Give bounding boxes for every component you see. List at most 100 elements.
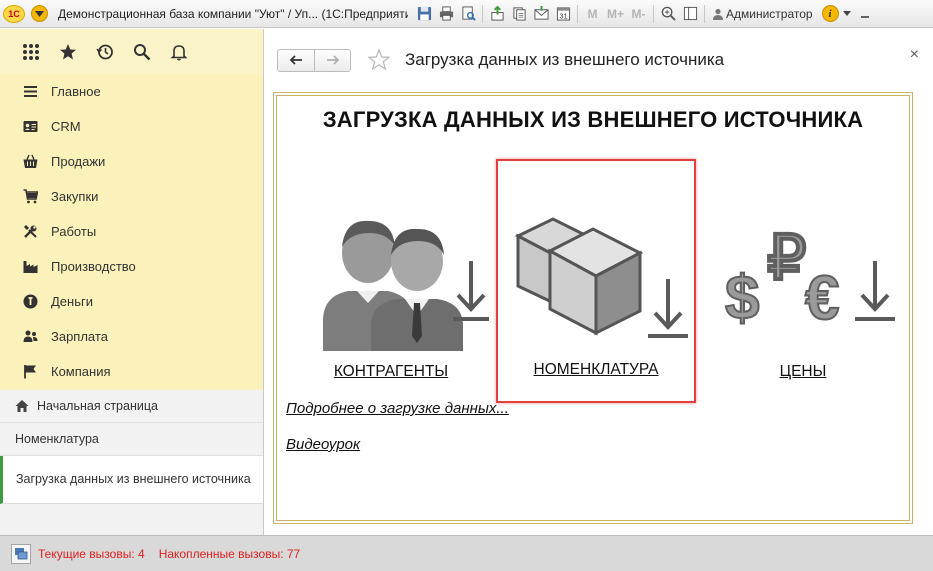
- calendar-icon[interactable]: 31: [552, 4, 574, 24]
- open-windows-list: Начальная страница Номенклатура Загрузка…: [0, 390, 263, 535]
- section-main[interactable]: Главное: [0, 74, 263, 109]
- favorites-star-icon[interactable]: [49, 37, 86, 67]
- section-label: Закупки: [51, 189, 99, 204]
- print-icon[interactable]: [435, 4, 457, 24]
- products-boxes-icon: [514, 217, 688, 338]
- flag-icon: [22, 364, 38, 380]
- window-title-bar: 1С Демонстрационная база компании "Уют" …: [0, 0, 933, 28]
- performance-monitor-button[interactable]: [11, 543, 31, 564]
- section-label: Зарплата: [51, 329, 108, 344]
- import-heading: ЗАГРУЗКА ДАННЫХ ИЗ ВНЕШНЕГО ИСТОЧНИКА: [322, 107, 864, 132]
- arrow-right-icon: [326, 55, 339, 65]
- form-navigation-bar: Загрузка данных из внешнего источника ×: [265, 29, 933, 91]
- current-user[interactable]: Администратор: [712, 7, 813, 21]
- open-window-label: Начальная страница: [37, 399, 158, 413]
- section-label: Компания: [51, 364, 111, 379]
- form-area: Загрузка данных из внешнего источника × …: [265, 29, 933, 535]
- section-production[interactable]: Производство: [0, 249, 263, 284]
- open-window-home[interactable]: Начальная страница: [0, 390, 263, 423]
- prices-currency-icon: $ ₽ €: [724, 223, 895, 334]
- open-window-label: Номенклатура: [15, 432, 99, 446]
- history-navigation: [277, 48, 351, 72]
- coin-icon: [22, 294, 38, 310]
- panel-icon[interactable]: [679, 4, 701, 24]
- status-bar: Текущие вызовы: 4 Накопленные вызовы: 77: [0, 535, 933, 571]
- back-button[interactable]: [278, 49, 314, 71]
- user-icon: [713, 8, 723, 20]
- tile-counterparties[interactable]: КОНТРАГЕНТЫ: [293, 181, 489, 411]
- section-label: CRM: [51, 119, 81, 134]
- section-label: Деньги: [51, 294, 93, 309]
- menu-lines-icon: [22, 84, 38, 100]
- forward-button[interactable]: [314, 49, 350, 71]
- section-label: Продажи: [51, 154, 106, 169]
- attach-icon[interactable]: [486, 4, 508, 24]
- import-frame: ЗАГРУЗКА ДАННЫХ ИЗ ВНЕШНЕГО ИСТОЧНИКА КО…: [273, 92, 913, 524]
- chevron-down-icon[interactable]: [841, 11, 853, 16]
- sections-list: Главное CRM Продажи Закупки Работы Произ…: [0, 74, 263, 389]
- section-company[interactable]: Компания: [0, 354, 263, 389]
- info-icon[interactable]: i: [821, 5, 839, 22]
- sections-panel: Главное CRM Продажи Закупки Работы Произ…: [0, 29, 264, 535]
- app-logo-icon: 1С: [3, 4, 25, 23]
- tile-counterparties-label[interactable]: КОНТРАГЕНТЫ: [293, 363, 489, 381]
- mail-icon[interactable]: [530, 4, 552, 24]
- accumulated-calls: Накопленные вызовы: 77: [158, 546, 301, 561]
- basket-icon: [22, 154, 38, 170]
- section-label: Главное: [51, 84, 101, 99]
- video-tutorial-link[interactable]: Видеоурок: [286, 436, 360, 453]
- chevron-down-icon: [35, 10, 44, 17]
- tile-nomenclature-label[interactable]: НОМЕНКЛАТУРА: [498, 361, 694, 379]
- close-button[interactable]: ×: [910, 46, 919, 64]
- bell-icon[interactable]: [160, 37, 197, 67]
- tile-prices-label[interactable]: ЦЕНЫ: [705, 363, 901, 381]
- copy-icon[interactable]: [508, 4, 530, 24]
- section-crm[interactable]: CRM: [0, 109, 263, 144]
- factory-icon: [22, 259, 38, 275]
- memory-button[interactable]: M: [581, 7, 604, 21]
- monitor-icon: [15, 547, 28, 559]
- section-money[interactable]: Деньги: [0, 284, 263, 319]
- section-salary[interactable]: Зарплата: [0, 319, 263, 354]
- quick-toolbar: [0, 29, 263, 74]
- toolbar-divider: [653, 4, 654, 23]
- toolbar-divider: [704, 4, 705, 23]
- tile-prices[interactable]: $ ₽ € ЦЕНЫ: [705, 181, 901, 411]
- toolbar-divider: [482, 4, 483, 23]
- history-icon[interactable]: [86, 37, 123, 67]
- section-works[interactable]: Работы: [0, 214, 263, 249]
- current-calls: Текущие вызовы: 4: [38, 546, 145, 561]
- more-about-import-link[interactable]: Подробнее о загрузке данных...: [286, 400, 509, 417]
- preview-icon[interactable]: [457, 4, 479, 24]
- arrow-left-icon: [289, 55, 302, 65]
- tools-icon: [22, 224, 38, 240]
- main-menu-button[interactable]: [31, 5, 48, 22]
- counterparties-icon: [323, 220, 489, 351]
- form-title: Загрузка данных из внешнего источника: [405, 50, 725, 69]
- toolbar-divider: [577, 4, 578, 23]
- apps-grid-icon[interactable]: [12, 37, 49, 67]
- favorite-star-icon[interactable]: [367, 48, 391, 72]
- memory-minus-button[interactable]: M-: [627, 7, 650, 21]
- section-sales[interactable]: Продажи: [0, 144, 263, 179]
- svg-text:$: $: [725, 264, 759, 333]
- section-label: Производство: [51, 259, 136, 274]
- cart-icon: [22, 189, 38, 205]
- contact-card-icon: [22, 119, 38, 135]
- svg-text:31: 31: [559, 12, 567, 21]
- tile-nomenclature[interactable]: НОМЕНКЛАТУРА: [496, 159, 696, 403]
- window-title: Демонстрационная база компании "Уют" / У…: [58, 6, 408, 21]
- section-purchases[interactable]: Закупки: [0, 179, 263, 214]
- section-label: Работы: [51, 224, 97, 239]
- zoom-icon[interactable]: [657, 4, 679, 24]
- minimize-button[interactable]: [853, 4, 877, 24]
- search-icon[interactable]: [123, 37, 160, 67]
- people-icon: [22, 329, 38, 345]
- save-icon[interactable]: [413, 4, 435, 24]
- open-window-nomenclature[interactable]: Номенклатура: [0, 423, 263, 456]
- home-icon: [15, 400, 29, 412]
- import-frame-inner: ЗАГРУЗКА ДАННЫХ ИЗ ВНЕШНЕГО ИСТОЧНИКА КО…: [276, 95, 910, 521]
- open-window-label: Загрузка данных из внешнего источника: [16, 472, 251, 486]
- memory-plus-button[interactable]: M+: [604, 7, 627, 21]
- open-window-import-data[interactable]: Загрузка данных из внешнего источника: [0, 456, 263, 504]
